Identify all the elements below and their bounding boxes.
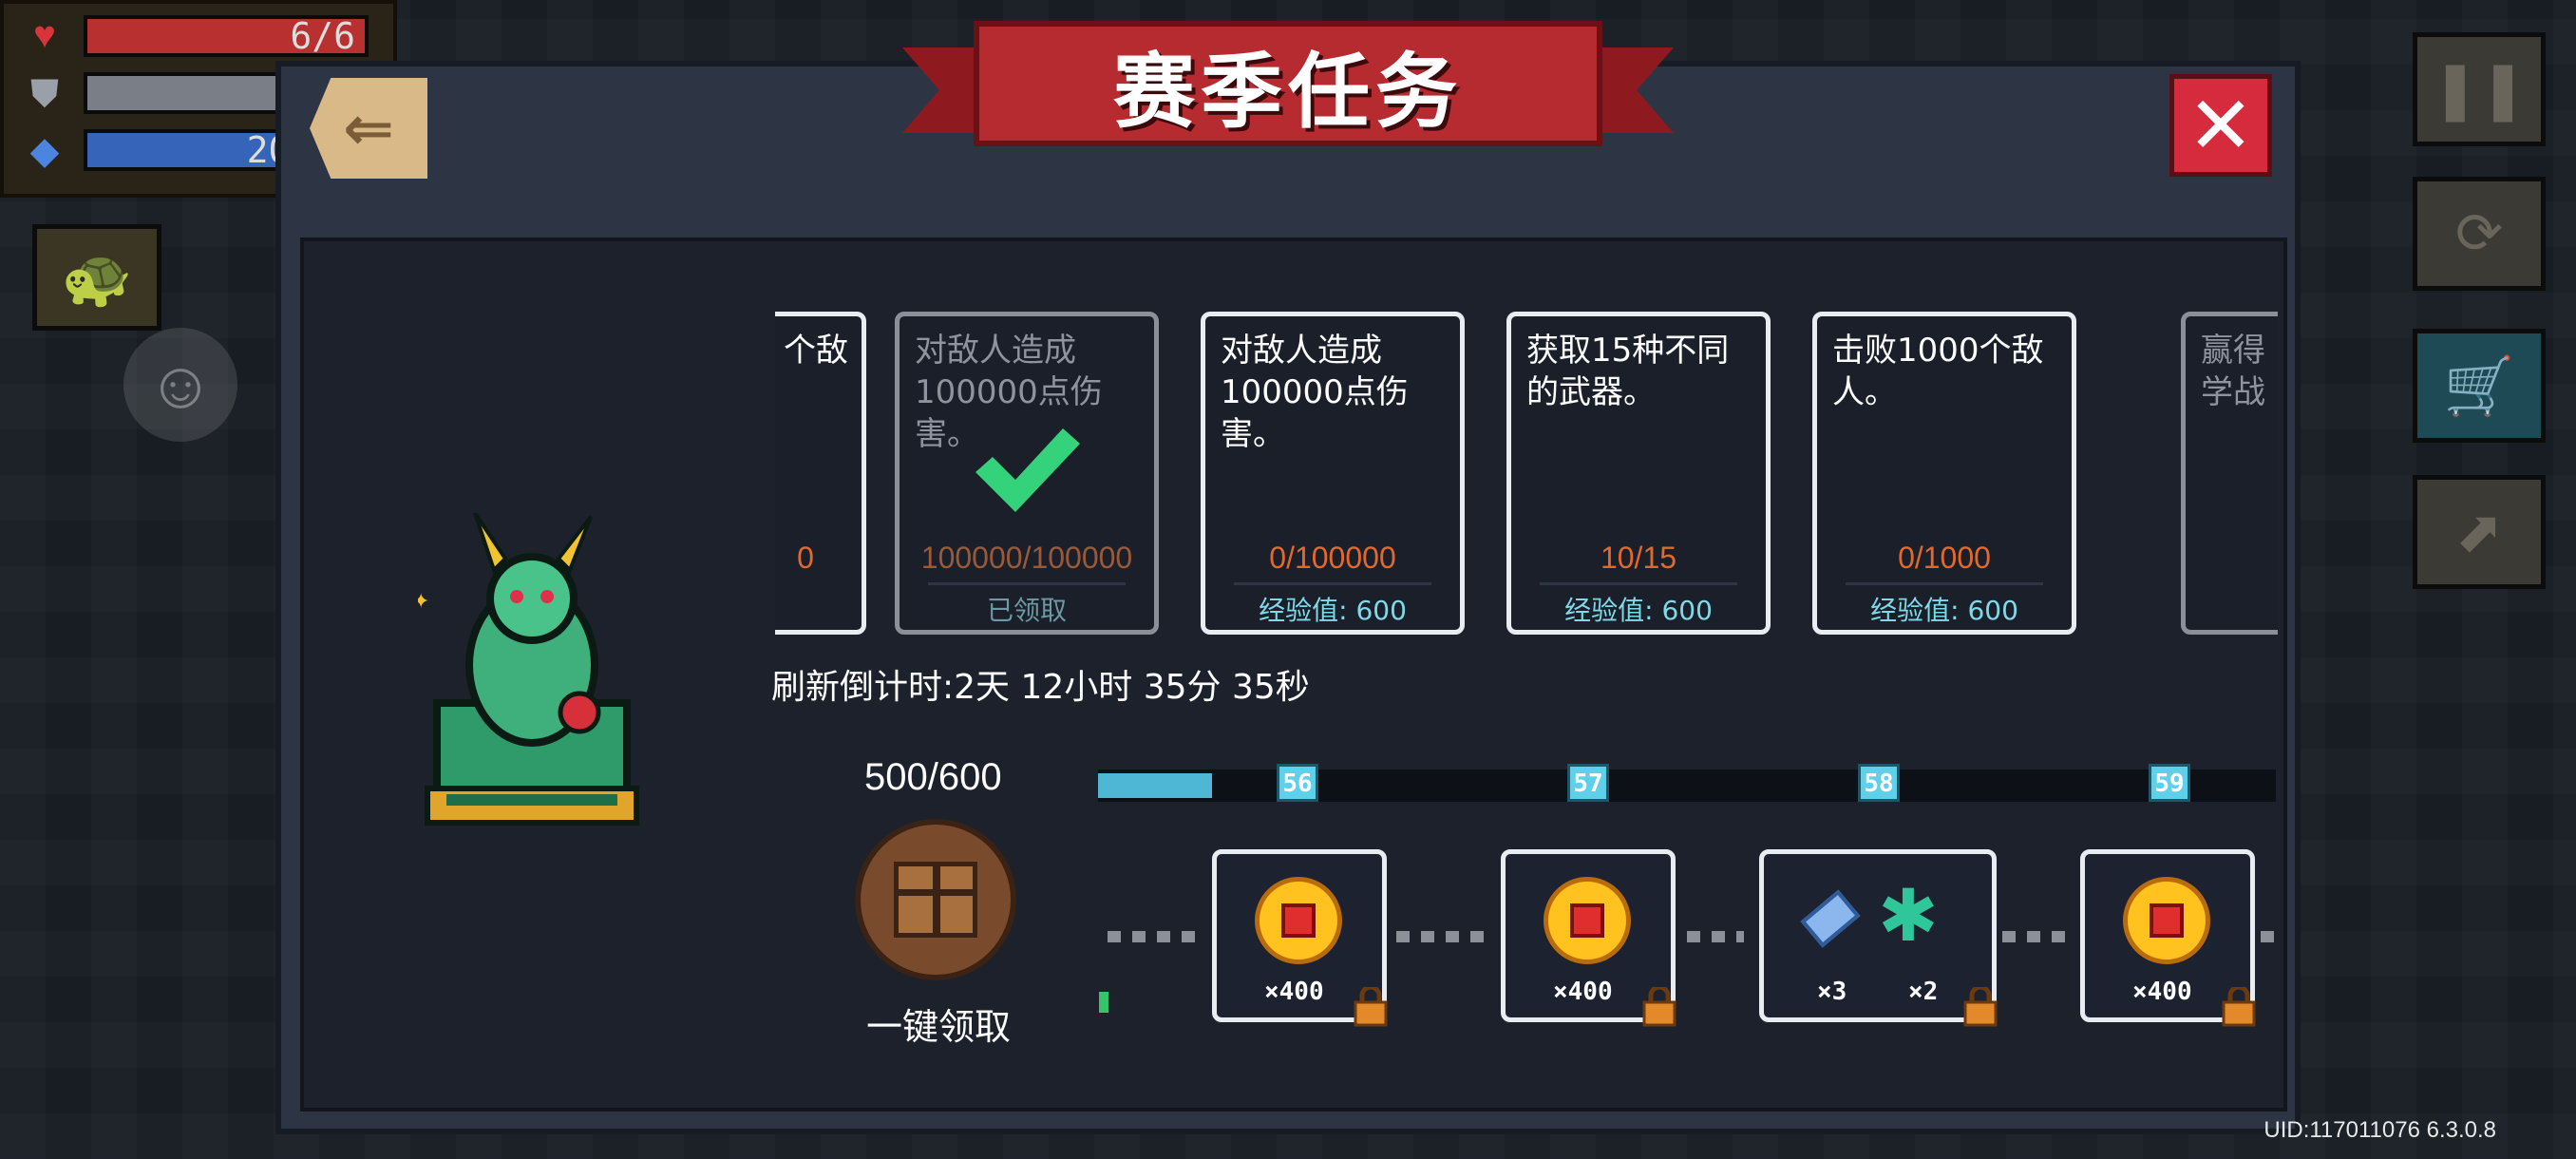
unlocked-marker	[1099, 992, 1108, 1013]
hp-bar: 6/6	[84, 15, 369, 57]
task-progress: 0/100000	[1269, 541, 1396, 575]
task-card[interactable]: 击败1000个敌人。 0/1000 经验值: 600	[1812, 312, 2076, 635]
connector-dots	[1687, 931, 1744, 942]
pet-icon[interactable]: 🐢	[32, 224, 161, 331]
energy-icon: ◆	[29, 130, 60, 172]
lock-icon	[1354, 987, 1388, 1027]
task-progress: 10/15	[1600, 541, 1677, 575]
connector-dots	[1396, 931, 1495, 942]
reward-quantity: ×3	[1817, 978, 1847, 1006]
task-card[interactable]: 个敌 0	[775, 312, 866, 635]
close-button[interactable]: ✕	[2169, 74, 2272, 177]
divider	[1234, 582, 1431, 585]
refresh-countdown: 刷新倒计时:2天 12小时 35分 35秒	[771, 668, 1310, 707]
panel-title: 赛季任务	[1113, 44, 1463, 140]
claim-all-label: 一键领取	[865, 1006, 1011, 1048]
level-marker: 56	[1277, 764, 1318, 802]
gold-coin-icon	[2123, 877, 2210, 964]
lock-icon	[1963, 987, 1998, 1027]
close-x-icon: ✕	[2187, 81, 2255, 170]
connector-dots	[1108, 931, 1206, 942]
task-progress: 100000/100000	[920, 541, 1133, 575]
task-card-strip: 个敌 0 对敌人造成100000点伤害。 100000/100000 已领取 对…	[775, 308, 2278, 640]
checkmark-icon	[975, 428, 1080, 512]
task-description: 对敌人造成100000点伤害。	[1221, 332, 1409, 453]
divider	[1540, 582, 1737, 585]
ticket-icon	[1800, 889, 1861, 948]
exit-door-icon: ⇐	[343, 93, 394, 162]
reward-quantity: ×400	[1264, 978, 1324, 1006]
task-reward: 经验值: 600	[1564, 595, 1713, 626]
lock-icon	[2222, 987, 2256, 1027]
task-reward: 经验值: 600	[1870, 595, 2018, 626]
stairs-icon[interactable]: ⬈	[2413, 475, 2546, 589]
uid-version-label: UID:117011076 6.3.0.8	[2263, 1117, 2496, 1143]
season-progress-fill	[1098, 773, 1212, 798]
svg-text:✦: ✦	[418, 589, 429, 613]
lock-icon	[1642, 987, 1676, 1027]
task-reward: 经验值: 600	[1259, 595, 1407, 626]
level-marker: 58	[1858, 764, 1900, 802]
task-reward: 已领取	[986, 595, 1067, 626]
heart-icon: ♥	[33, 14, 56, 56]
emote-icon[interactable]: ☺	[123, 328, 237, 442]
reward-quantity: ×400	[2132, 978, 2192, 1006]
swap-icon[interactable]: ⟳	[2413, 177, 2546, 291]
task-progress: 0	[797, 541, 814, 575]
task-description: 个敌	[784, 332, 848, 370]
reward-quantity: ×2	[1908, 978, 1939, 1006]
connector-dots	[2261, 931, 2274, 942]
back-button[interactable]: ⇐	[310, 78, 427, 179]
dragon-trophy-icon: ✦	[412, 511, 646, 836]
reward-quantity: ×400	[1553, 978, 1613, 1006]
gold-coin-icon	[1544, 877, 1631, 964]
task-card[interactable]: 对敌人造成100000点伤害。 0/100000 经验值: 600	[1201, 312, 1465, 635]
level-marker: 59	[2149, 764, 2190, 802]
reward-slot[interactable]: ×3 ✱ ×2	[1759, 849, 1998, 1027]
gift-box-icon	[894, 862, 977, 938]
reward-slot[interactable]: ×400	[1501, 849, 1676, 1027]
task-card[interactable]: 对敌人造成100000点伤害。 100000/100000 已领取	[895, 312, 1159, 635]
reward-slot[interactable]: ×400	[1212, 849, 1388, 1027]
task-progress: 0/1000	[1898, 541, 1991, 575]
gold-coin-icon	[1255, 877, 1342, 964]
task-description: 赢得学战	[2201, 332, 2265, 411]
task-card[interactable]: 获取15种不同的武器。 10/15 经验值: 600	[1506, 312, 1771, 635]
title-ribbon: 赛季任务	[974, 21, 1602, 146]
task-description: 击败1000个敌人。	[1832, 332, 2044, 411]
shield-icon: ⛊	[30, 73, 59, 115]
season-progress-track	[1098, 770, 2276, 802]
level-marker: 57	[1567, 764, 1609, 802]
task-description: 获取15种不同的武器。	[1526, 332, 1730, 411]
claim-all-button[interactable]	[855, 819, 1016, 980]
reward-slot[interactable]: ×400	[2080, 849, 2256, 1027]
season-xp: 500/600	[864, 756, 1002, 798]
connector-dots	[2002, 931, 2076, 942]
herb-icon: ✱	[1878, 876, 1939, 957]
task-card[interactable]: 赢得学战	[2181, 312, 2278, 635]
divider	[928, 582, 1126, 585]
shop-cart-icon[interactable]: 🛒	[2413, 329, 2546, 443]
pause-icon[interactable]: ❚❚	[2413, 32, 2546, 146]
divider	[1846, 582, 2043, 585]
